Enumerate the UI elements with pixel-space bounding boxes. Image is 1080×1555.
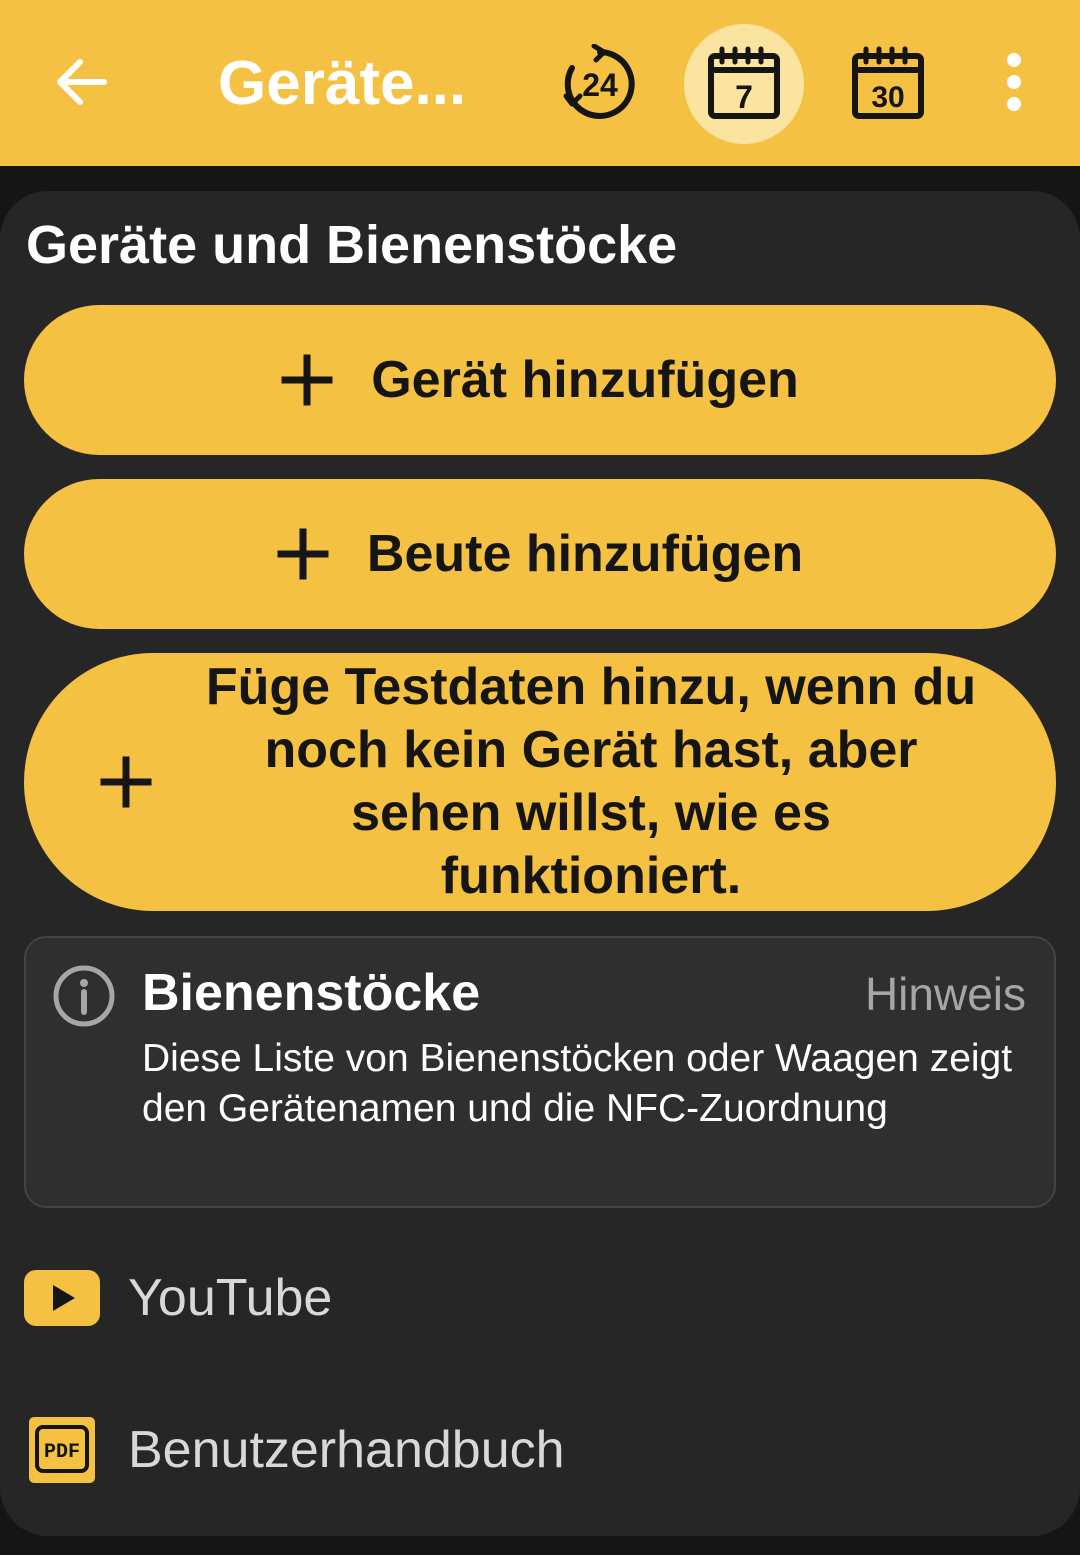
range-24h-button[interactable]: 24	[540, 24, 660, 144]
plus-icon	[100, 756, 152, 808]
app-bar: Geräte... 24 7 30	[0, 0, 1080, 166]
pdf-icon: PDF	[24, 1412, 100, 1488]
youtube-link[interactable]: YouTube	[24, 1243, 1056, 1353]
info-card-body: Diese Liste von Bienenstöcken oder Waage…	[142, 1037, 1013, 1130]
range-30d-button[interactable]: 30	[828, 24, 948, 144]
info-card-hint-label: Hinweis	[864, 968, 1026, 1020]
calendar-7-icon: 7	[708, 46, 780, 119]
add-loot-label: Beute hinzufügen	[366, 525, 804, 583]
user-manual-link[interactable]: PDF Benutzerhandbuch	[24, 1395, 1056, 1505]
add-loot-button[interactable]: Beute hinzufügen	[24, 479, 1056, 629]
info-card-title: Bienenstöcke	[142, 964, 481, 1022]
calendar-30-icon: 30	[852, 46, 924, 119]
back-button[interactable]	[34, 34, 130, 130]
info-card: Bienenstöcke Hinweis Diese Liste von Bie…	[24, 936, 1056, 1208]
section-title: Geräte und Bienenstöcke	[26, 215, 678, 275]
user-manual-link-label: Benutzerhandbuch	[128, 1421, 565, 1479]
plus-icon	[281, 354, 333, 406]
history-24-icon: 24	[563, 44, 635, 120]
add-device-label: Gerät hinzufügen	[371, 351, 799, 409]
youtube-icon	[24, 1260, 100, 1336]
arrow-left-icon	[57, 59, 107, 105]
add-test-data-button[interactable]: Füge Testdaten hinzu, wenn du noch kein …	[24, 653, 1056, 911]
range-30-label: 30	[871, 81, 904, 114]
app-bar-title: Geräte...	[218, 49, 467, 118]
overflow-menu-button[interactable]	[974, 34, 1054, 130]
info-icon	[53, 965, 115, 1027]
plus-icon	[277, 528, 329, 580]
more-vertical-icon	[1007, 53, 1021, 111]
add-device-button[interactable]: Gerät hinzufügen	[24, 305, 1056, 455]
pdf-badge-label: PDF	[44, 1441, 80, 1464]
youtube-link-label: YouTube	[128, 1269, 333, 1327]
range-7d-button[interactable]: 7	[684, 24, 804, 144]
add-test-data-label: Füge Testdaten hinzu, wenn du noch kein …	[205, 658, 977, 905]
range-24-label: 24	[582, 67, 618, 103]
range-7-label: 7	[735, 79, 753, 115]
